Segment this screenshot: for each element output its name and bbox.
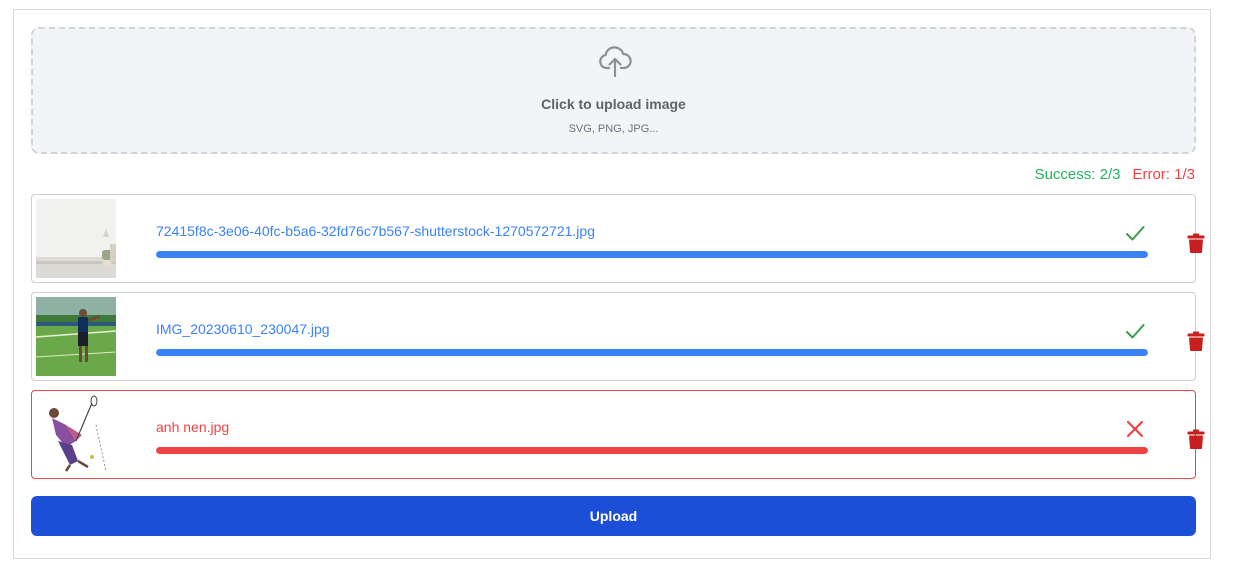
progress-fill [156,447,1148,454]
trash-icon[interactable] [1187,233,1205,253]
dropzone-subtitle: SVG, PNG, JPG... [568,123,659,135]
upload-panel: Click to upload image SVG, PNG, JPG... S… [13,9,1211,559]
check-icon [1126,226,1145,241]
upload-button[interactable]: Upload [31,496,1196,536]
file-row: IMG_20230610_230047.jpg [31,292,1205,381]
close-icon [1126,420,1144,438]
trash-icon[interactable] [1187,331,1205,351]
trash-icon[interactable] [1187,429,1205,449]
file-thumbnail [36,395,116,474]
file-row: anh nen.jpg [31,390,1205,479]
progress-fill [156,251,1148,258]
file-name: IMG_20230610_230047.jpg [156,321,330,337]
file-thumbnail [36,297,116,376]
check-icon [1126,324,1145,339]
success-count: Success: 2/3 [1034,166,1121,183]
progress-bar [156,251,1148,258]
file-name: anh nen.jpg [156,419,230,435]
upload-dropzone[interactable]: Click to upload image SVG, PNG, JPG... [31,27,1196,154]
progress-bar [156,447,1148,454]
file-row: 72415f8c-3e06-40fc-b5a6-32fd76c7b567-shu… [31,194,1205,283]
cloud-upload-icon [599,46,632,78]
file-name: 72415f8c-3e06-40fc-b5a6-32fd76c7b567-shu… [156,223,595,239]
upload-summary: Success: 2/3 Error: 1/3 [1035,166,1195,183]
progress-fill [156,349,1148,356]
file-thumbnail [36,199,116,278]
error-count: Error: 1/3 [1132,166,1195,183]
progress-bar [156,349,1148,356]
dropzone-title: Click to upload image [541,96,686,112]
